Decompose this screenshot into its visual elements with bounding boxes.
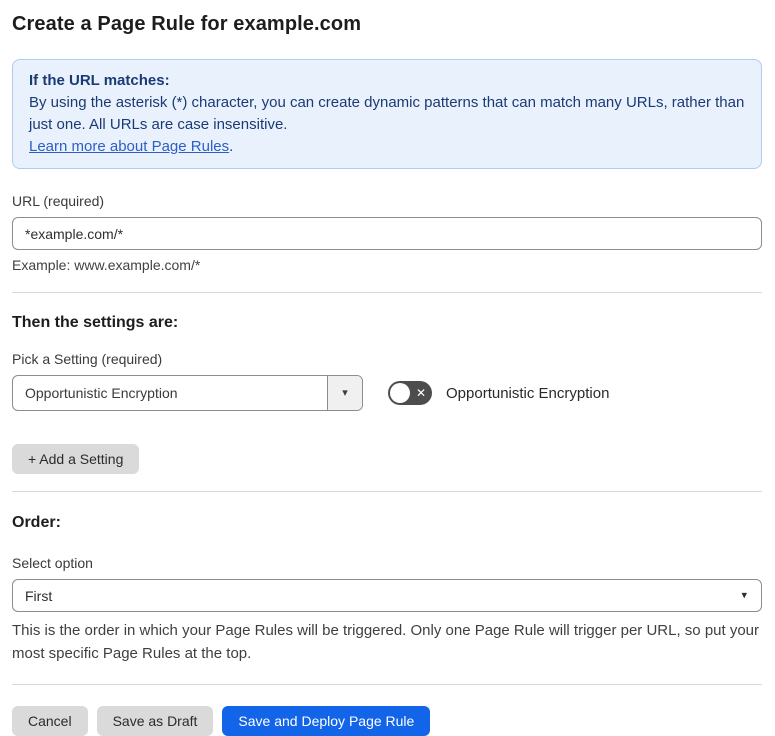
- link-suffix: .: [229, 138, 234, 155]
- opportunistic-encryption-toggle[interactable]: ✕: [388, 381, 432, 405]
- order-helper-text: This is the order in which your Page Rul…: [12, 622, 760, 662]
- info-box-body: By using the asterisk (*) character, you…: [29, 94, 745, 133]
- order-select-label: Select option: [12, 555, 93, 571]
- toggle-label: Opportunistic Encryption: [446, 384, 610, 402]
- section-divider: [12, 491, 762, 492]
- order-select-value: First: [25, 587, 53, 604]
- save-as-draft-button[interactable]: Save as Draft: [96, 706, 214, 736]
- chevron-down-icon: ▾: [342, 386, 348, 399]
- url-example-helper: Example: www.example.com/*: [12, 257, 201, 273]
- setting-dropdown-button[interactable]: ▾: [327, 376, 362, 410]
- toggle-off-x-icon: ✕: [415, 386, 426, 400]
- add-setting-button[interactable]: + Add a Setting: [12, 444, 140, 474]
- url-matches-info-box: If the URL matches: By using the asteris…: [12, 59, 762, 169]
- setting-dropdown-value: Opportunistic Encryption: [25, 385, 178, 401]
- info-box-heading: If the URL matches:: [29, 72, 170, 89]
- chevron-down-icon: ▾: [741, 589, 747, 601]
- save-and-deploy-button[interactable]: Save and Deploy Page Rule: [222, 706, 431, 736]
- footer-actions: Cancel Save as Draft Save and Deploy Pag…: [12, 706, 762, 736]
- toggle-knob: [390, 383, 410, 403]
- url-input[interactable]: [12, 217, 762, 250]
- cancel-button[interactable]: Cancel: [12, 706, 88, 736]
- url-field-label: URL (required): [12, 193, 105, 209]
- page-title: Create a Page Rule for example.com: [12, 13, 362, 35]
- settings-section-heading: Then the settings are:: [12, 314, 179, 331]
- setting-row: Opportunistic Encryption ▾ ✕ Opportunist…: [12, 375, 762, 411]
- learn-more-link[interactable]: Learn more about Page Rules: [29, 138, 229, 155]
- order-select[interactable]: First ▾: [12, 579, 762, 612]
- order-section-heading: Order:: [12, 514, 61, 531]
- info-box-link-line: Learn more about Page Rules.: [29, 136, 745, 158]
- pick-setting-label: Pick a Setting (required): [12, 351, 163, 367]
- footer-divider: [12, 684, 762, 685]
- setting-dropdown[interactable]: Opportunistic Encryption ▾: [12, 375, 363, 411]
- section-divider: [12, 292, 762, 293]
- page-rule-form: Create a Page Rule for example.com If th…: [0, 0, 775, 736]
